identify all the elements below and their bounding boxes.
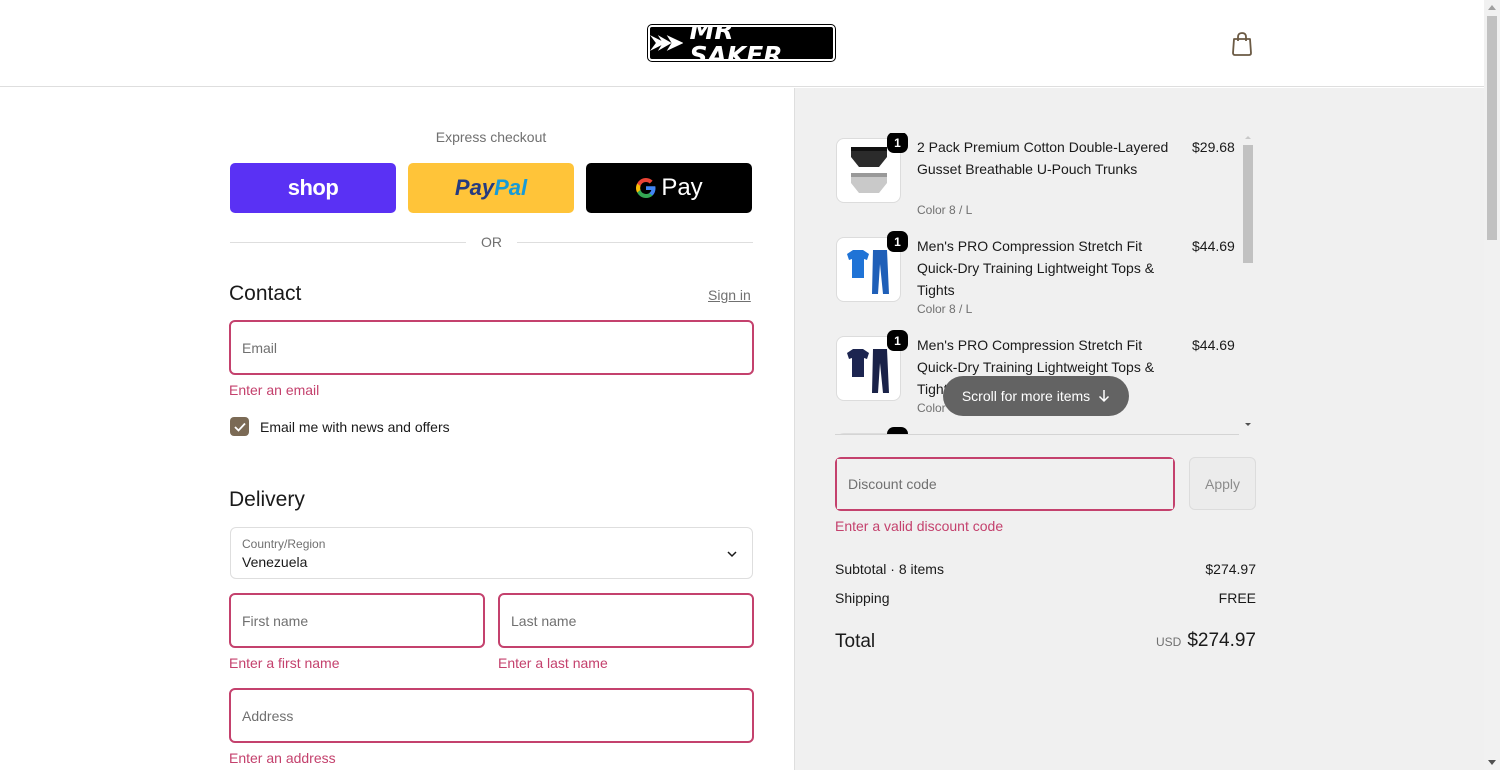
- first-name-field[interactable]: [231, 595, 483, 646]
- apply-discount-button[interactable]: Apply: [1189, 457, 1256, 510]
- logo-wing-icon: [650, 35, 684, 51]
- logo-text: MR SAKER: [689, 16, 783, 70]
- address-wrapper: [229, 688, 754, 743]
- quantity-badge: 1: [887, 231, 908, 252]
- country-select[interactable]: Country/Region Venezuela: [230, 527, 753, 579]
- arrow-down-icon: [1099, 390, 1110, 403]
- divider-line-right: [517, 242, 753, 243]
- subtotal-label: Subtotal · 8 items: [835, 561, 944, 577]
- checkout-form-column: Express checkout shop Pay Pal Pay OR Cont…: [0, 88, 794, 770]
- sign-in-link[interactable]: Sign in: [708, 287, 751, 303]
- newsletter-checkbox[interactable]: [230, 417, 249, 436]
- shipping-label: Shipping: [835, 590, 890, 606]
- item-price: $44.69: [1192, 337, 1235, 353]
- cart-item: 1 Men's PRO Compression Stretch Fit Quic…: [835, 231, 1239, 325]
- last-name-wrapper: [498, 593, 754, 648]
- subtotal-row: Subtotal · 8 items $274.97: [835, 561, 1256, 577]
- subtotal-value: $274.97: [1205, 561, 1256, 577]
- discount-field-wrapper: [835, 457, 1175, 511]
- item-variant: Color 8 / L: [917, 302, 973, 316]
- scroll-up-arrow-icon[interactable]: [1243, 133, 1253, 141]
- total-amount: $274.97: [1187, 630, 1256, 651]
- shop-pay-button[interactable]: shop: [230, 163, 396, 213]
- paypal-label-pal: Pal: [494, 175, 528, 200]
- contact-title: Contact: [229, 282, 302, 305]
- total-label: Total: [835, 631, 876, 652]
- google-pay-label: Pay: [661, 174, 703, 201]
- total-amount-group: USD $274.97: [1156, 630, 1256, 652]
- discount-code-field[interactable]: [837, 459, 1173, 509]
- email-error: Enter an email: [229, 382, 320, 398]
- cart-item: [835, 427, 1239, 434]
- quantity-badge: 1: [887, 330, 908, 351]
- delivery-title: Delivery: [229, 488, 305, 511]
- email-field[interactable]: [231, 322, 752, 373]
- address-field[interactable]: [231, 690, 752, 741]
- paypal-button[interactable]: Pay Pal: [408, 163, 574, 213]
- cart-item: 1 2 Pack Premium Cotton Double-Layered G…: [835, 133, 1239, 226]
- page-scrollbar-thumb[interactable]: [1487, 16, 1497, 240]
- item-name: Men's PRO Compression Stretch Fit Quick-…: [917, 238, 1155, 298]
- express-checkout-title: Express checkout: [435, 129, 547, 145]
- address-error: Enter an address: [229, 750, 336, 766]
- quantity-badge: [887, 427, 908, 434]
- country-value: Venezuela: [242, 554, 308, 570]
- quantity-badge: 1: [887, 133, 908, 153]
- google-pay-button[interactable]: Pay: [586, 163, 752, 213]
- item-price: $29.68: [1192, 139, 1235, 155]
- currency-code: USD: [1155, 635, 1182, 649]
- total-row: Total USD $274.97: [835, 630, 1256, 653]
- shop-pay-label: shop: [287, 175, 339, 200]
- page-scroll-up-icon[interactable]: [1488, 5, 1496, 10]
- newsletter-label: Email me with news and offers: [260, 418, 450, 435]
- newsletter-row: Email me with news and offers: [230, 417, 450, 436]
- page-scrollbar[interactable]: [1484, 0, 1500, 770]
- item-variant: Color 8 / L: [917, 203, 973, 217]
- country-label: Country/Region: [242, 537, 326, 551]
- last-name-field[interactable]: [500, 595, 752, 646]
- paypal-label-pay: Pay: [454, 175, 495, 200]
- email-field-wrapper: [229, 320, 754, 375]
- first-name-wrapper: [229, 593, 485, 648]
- shipping-value: FREE: [1218, 590, 1256, 606]
- site-header: MR SAKER: [0, 0, 1484, 87]
- cart-scrollbar[interactable]: [1240, 133, 1253, 435]
- last-name-error: Enter a last name: [498, 655, 608, 671]
- or-divider: OR: [230, 232, 753, 252]
- order-summary-column: 1 2 Pack Premium Cotton Double-Layered G…: [794, 88, 1484, 770]
- shipping-row: Shipping FREE: [835, 590, 1256, 606]
- divider-line-left: [230, 242, 466, 243]
- or-label: OR: [481, 234, 502, 250]
- chevron-down-icon: [727, 551, 737, 558]
- scroll-hint-label: Scroll for more items: [961, 388, 1091, 404]
- checkmark-icon: [233, 422, 246, 432]
- google-g-icon: [636, 178, 656, 198]
- item-price: $44.69: [1192, 238, 1235, 254]
- discount-error: Enter a valid discount code: [835, 518, 1004, 534]
- scroll-for-more-button[interactable]: Scroll for more items: [943, 376, 1129, 416]
- first-name-error: Enter a first name: [229, 655, 340, 671]
- brand-logo[interactable]: MR SAKER: [647, 18, 836, 68]
- item-name: 2 Pack Premium Cotton Double-Layered Gus…: [917, 139, 1169, 177]
- page-scroll-down-icon[interactable]: [1488, 760, 1496, 765]
- scroll-down-arrow-icon[interactable]: [1243, 421, 1253, 429]
- shopping-bag-icon[interactable]: [1231, 32, 1253, 56]
- cart-scrollbar-thumb[interactable]: [1243, 145, 1253, 263]
